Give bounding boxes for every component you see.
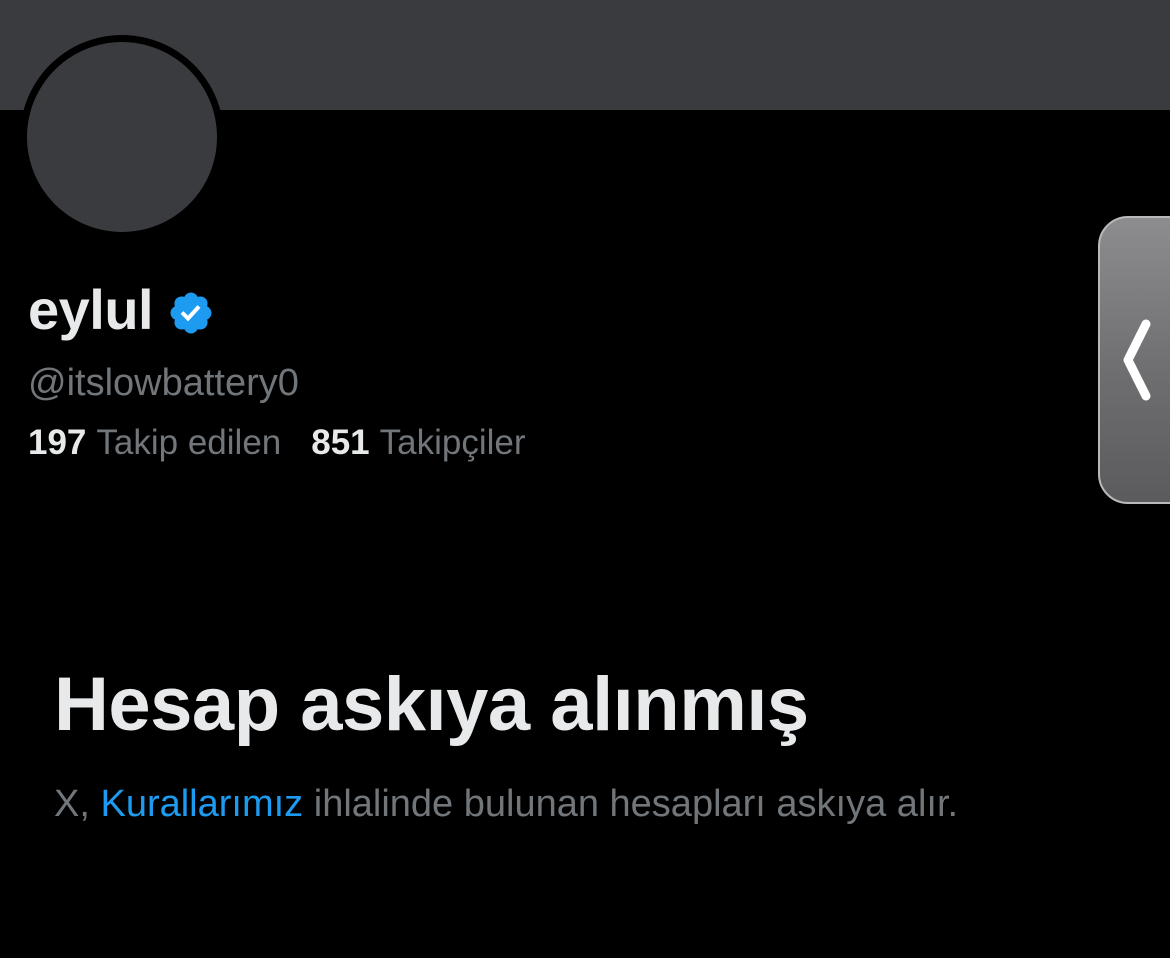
- followers-count: 851: [311, 423, 370, 462]
- rules-link[interactable]: Kurallarımız: [100, 783, 303, 825]
- desc-prefix: X,: [54, 783, 101, 825]
- avatar-ring: [20, 35, 224, 239]
- verified-badge-icon[interactable]: [167, 289, 215, 337]
- chevron-left-icon: [1123, 319, 1151, 401]
- suspended-title: Hesap askıya alınmış: [54, 662, 809, 747]
- display-name-row: eylul: [28, 278, 215, 342]
- followers-stat[interactable]: 851 Takipçiler: [311, 422, 525, 464]
- followers-label: Takipçiler: [379, 423, 526, 462]
- following-label: Takip edilen: [96, 423, 282, 462]
- display-name: eylul: [28, 278, 154, 341]
- suspended-description: X, Kurallarımız ihlalinde bulunan hesapl…: [54, 781, 958, 827]
- avatar[interactable]: [27, 42, 217, 232]
- profile-stats: 197 Takip edilen 851 Takipçiler: [28, 422, 526, 464]
- profile-handle: @itslowbattery0: [28, 362, 299, 404]
- desc-suffix: ihlalinde bulunan hesapları askıya alır.: [303, 783, 959, 825]
- following-stat[interactable]: 197 Takip edilen: [28, 422, 281, 464]
- following-count: 197: [28, 423, 87, 462]
